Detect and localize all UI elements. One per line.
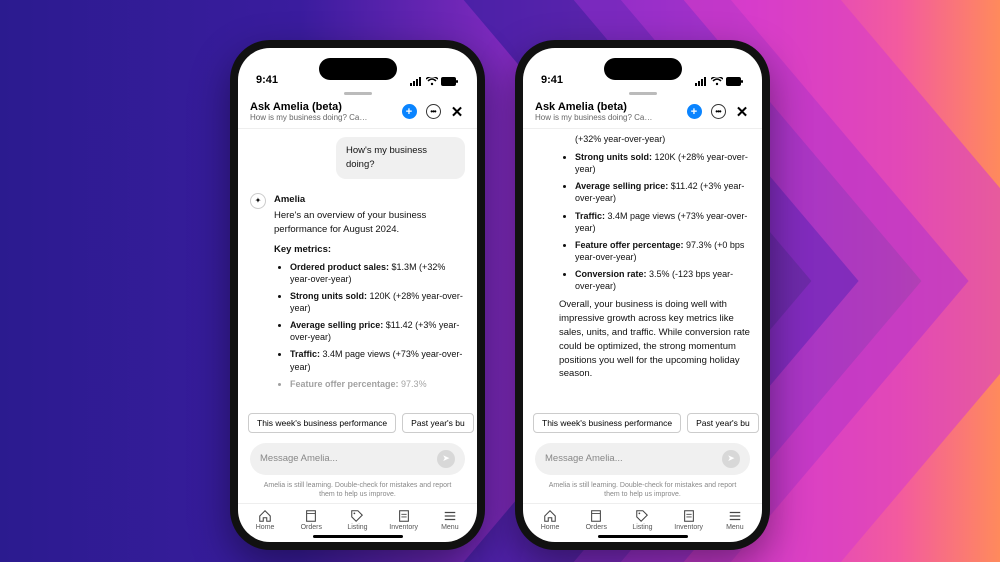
menu-icon (728, 509, 742, 523)
orders-icon (589, 509, 603, 523)
bot-intro-text: Here's an overview of your business perf… (274, 209, 465, 237)
status-indicators (695, 77, 744, 86)
dynamic-island (604, 58, 682, 80)
bot-name: Amelia (274, 193, 465, 207)
close-icon: ✕ (451, 103, 464, 121)
chip-past-year[interactable]: Past year's bu (402, 413, 474, 433)
tab-menu[interactable]: Menu (430, 509, 470, 531)
message-input[interactable]: Message Amelia... ➤ (250, 443, 465, 475)
close-button[interactable]: ✕ (734, 104, 750, 120)
wifi-icon (711, 77, 723, 86)
chat-header: Ask Amelia (beta) How is my business doi… (523, 95, 762, 129)
send-icon: ➤ (727, 453, 735, 464)
inventory-icon (397, 509, 411, 523)
metric-item: Feature offer percentage: 97.3% (+0 bps … (575, 239, 750, 263)
wifi-icon (426, 77, 438, 86)
tab-bar: Home Orders Listing Inventory Menu (238, 503, 477, 533)
metric-item: Traffic: 3.4M page views (+73% year-over… (575, 210, 750, 234)
metric-fragment: (+32% year-over-year) (559, 133, 750, 146)
tab-inventory[interactable]: Inventory (669, 509, 709, 531)
disclaimer-text: Amelia is still learning. Double-check f… (238, 481, 477, 503)
chip-weeks-performance[interactable]: This week's business performance (248, 413, 396, 433)
listing-icon (635, 509, 649, 523)
status-indicators (410, 77, 459, 86)
amelia-avatar-icon: ✦ (250, 193, 266, 209)
battery-icon (441, 77, 459, 86)
message-input[interactable]: Message Amelia... ➤ (535, 443, 750, 475)
disclaimer-text: Amelia is still learning. Double-check f… (523, 481, 762, 503)
tab-listing[interactable]: Listing (337, 509, 377, 531)
metrics-list: Strong units sold: 120K (+28% year-over-… (559, 151, 750, 292)
dynamic-island (319, 58, 397, 80)
phone-mockup-2: 9:41 Ask Amelia (beta) How is my busines… (515, 40, 770, 550)
inventory-icon (682, 509, 696, 523)
chip-weeks-performance[interactable]: This week's business performance (533, 413, 681, 433)
more-icon: ••• (426, 104, 441, 119)
home-indicator[interactable] (313, 535, 403, 538)
listing-icon (350, 509, 364, 523)
tab-orders[interactable]: Orders (291, 509, 331, 531)
battery-icon (726, 77, 744, 86)
input-placeholder: Message Amelia... (260, 453, 338, 464)
tab-listing[interactable]: Listing (622, 509, 662, 531)
metric-item: Strong units sold: 120K (+28% year-over-… (290, 290, 465, 314)
tab-inventory[interactable]: Inventory (384, 509, 424, 531)
signal-icon (410, 77, 423, 86)
tab-home[interactable]: Home (245, 509, 285, 531)
user-message: How's my business doing? (336, 137, 465, 179)
phone-mockup-1: 9:41 Ask Amelia (beta) How is my busines… (230, 40, 485, 550)
chat-header: Ask Amelia (beta) How is my business doi… (238, 95, 477, 129)
bot-message-continued: (+32% year-over-year) Strong units sold:… (535, 133, 750, 381)
more-icon: ••• (711, 104, 726, 119)
home-icon (258, 509, 272, 523)
metric-item: Average selling price: $11.42 (+3% year-… (290, 319, 465, 343)
input-placeholder: Message Amelia... (545, 453, 623, 464)
header-subtitle: How is my business doing? Can you… (535, 113, 655, 122)
metric-item: Strong units sold: 120K (+28% year-over-… (575, 151, 750, 175)
header-title: Ask Amelia (beta) (250, 101, 401, 113)
send-icon: ➤ (442, 453, 450, 464)
metric-item: Ordered product sales: $1.3M (+32% year-… (290, 261, 465, 285)
suggestion-chips: This week's business performance Past ye… (238, 409, 477, 437)
tab-menu[interactable]: Menu (715, 509, 755, 531)
new-chat-button[interactable]: + (686, 104, 702, 120)
tab-bar: Home Orders Listing Inventory Menu (523, 503, 762, 533)
chat-messages[interactable]: (+32% year-over-year) Strong units sold:… (523, 129, 762, 409)
send-button[interactable]: ➤ (437, 450, 455, 468)
home-indicator[interactable] (598, 535, 688, 538)
suggestion-chips: This week's business performance Past ye… (523, 409, 762, 437)
status-time: 9:41 (256, 74, 278, 86)
header-title: Ask Amelia (beta) (535, 101, 686, 113)
tab-home[interactable]: Home (530, 509, 570, 531)
more-button[interactable]: ••• (710, 104, 726, 120)
header-subtitle: How is my business doing? Can you… (250, 113, 370, 122)
plus-icon: + (687, 104, 702, 119)
metrics-list: Ordered product sales: $1.3M (+32% year-… (274, 261, 465, 390)
more-button[interactable]: ••• (425, 104, 441, 120)
tab-orders[interactable]: Orders (576, 509, 616, 531)
bot-summary-text: Overall, your business is doing well wit… (559, 298, 750, 381)
plus-icon: + (402, 104, 417, 119)
metric-item: Feature offer percentage: 97.3% (290, 378, 465, 390)
menu-icon (443, 509, 457, 523)
orders-icon (304, 509, 318, 523)
close-button[interactable]: ✕ (449, 104, 465, 120)
bot-message: ✦ Amelia Here's an overview of your busi… (250, 193, 465, 395)
metric-item: Traffic: 3.4M page views (+73% year-over… (290, 348, 465, 372)
send-button[interactable]: ➤ (722, 450, 740, 468)
status-time: 9:41 (541, 74, 563, 86)
home-icon (543, 509, 557, 523)
signal-icon (695, 77, 708, 86)
chat-messages[interactable]: How's my business doing? ✦ Amelia Here's… (238, 129, 477, 409)
new-chat-button[interactable]: + (401, 104, 417, 120)
metric-item: Conversion rate: 3.5% (-123 bps year-ove… (575, 268, 750, 292)
metrics-heading: Key metrics: (274, 243, 465, 257)
chip-past-year[interactable]: Past year's bu (687, 413, 759, 433)
metric-item: Average selling price: $11.42 (+3% year-… (575, 180, 750, 204)
close-icon: ✕ (736, 103, 749, 121)
